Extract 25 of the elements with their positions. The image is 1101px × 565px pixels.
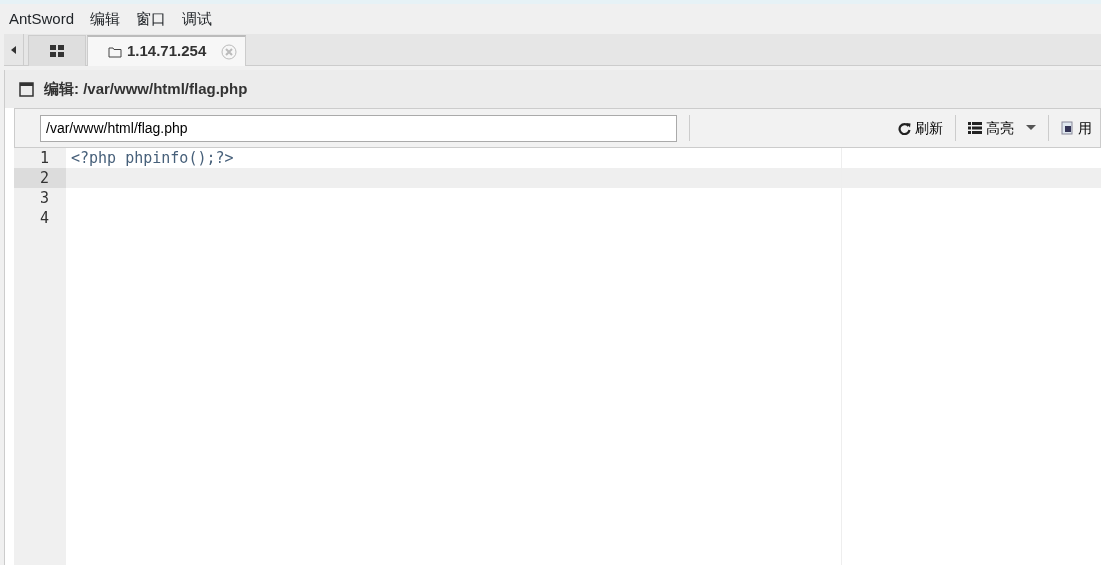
line-number: 2	[39, 169, 49, 187]
list-icon	[968, 122, 982, 134]
folder-icon	[108, 45, 122, 58]
window-icon	[19, 81, 34, 97]
tab-label: 1.14.71.254	[127, 41, 207, 62]
path-field[interactable]: /var/www/html/flag.php	[40, 114, 677, 142]
refresh-button[interactable]: 刷新	[890, 117, 951, 139]
menu-item[interactable]: 编辑	[90, 7, 121, 31]
toolbar-button[interactable]: 用	[1053, 117, 1100, 139]
tab[interactable]: 1.14.71.254	[87, 35, 247, 66]
line-number: 4	[39, 209, 49, 227]
highlight-dropdown[interactable]: 高亮	[960, 117, 1044, 139]
scroll-left-icon[interactable]	[10, 45, 17, 54]
document-icon	[1061, 121, 1074, 135]
menu-item[interactable]: 窗口	[136, 7, 167, 31]
menu-item[interactable]: 调试	[182, 7, 213, 31]
caret-icon	[1026, 125, 1036, 131]
panel-title: 编辑: /var/www/html/flag.php	[44, 78, 248, 99]
home-tab[interactable]	[28, 35, 86, 66]
line-number: 3	[39, 189, 49, 207]
line-number: 1	[39, 149, 49, 167]
grid-icon	[50, 45, 64, 57]
menu-item[interactable]: AntSword	[9, 7, 75, 31]
refresh-icon	[898, 121, 911, 135]
code-line: <?php phpinfo();?>	[71, 149, 234, 167]
